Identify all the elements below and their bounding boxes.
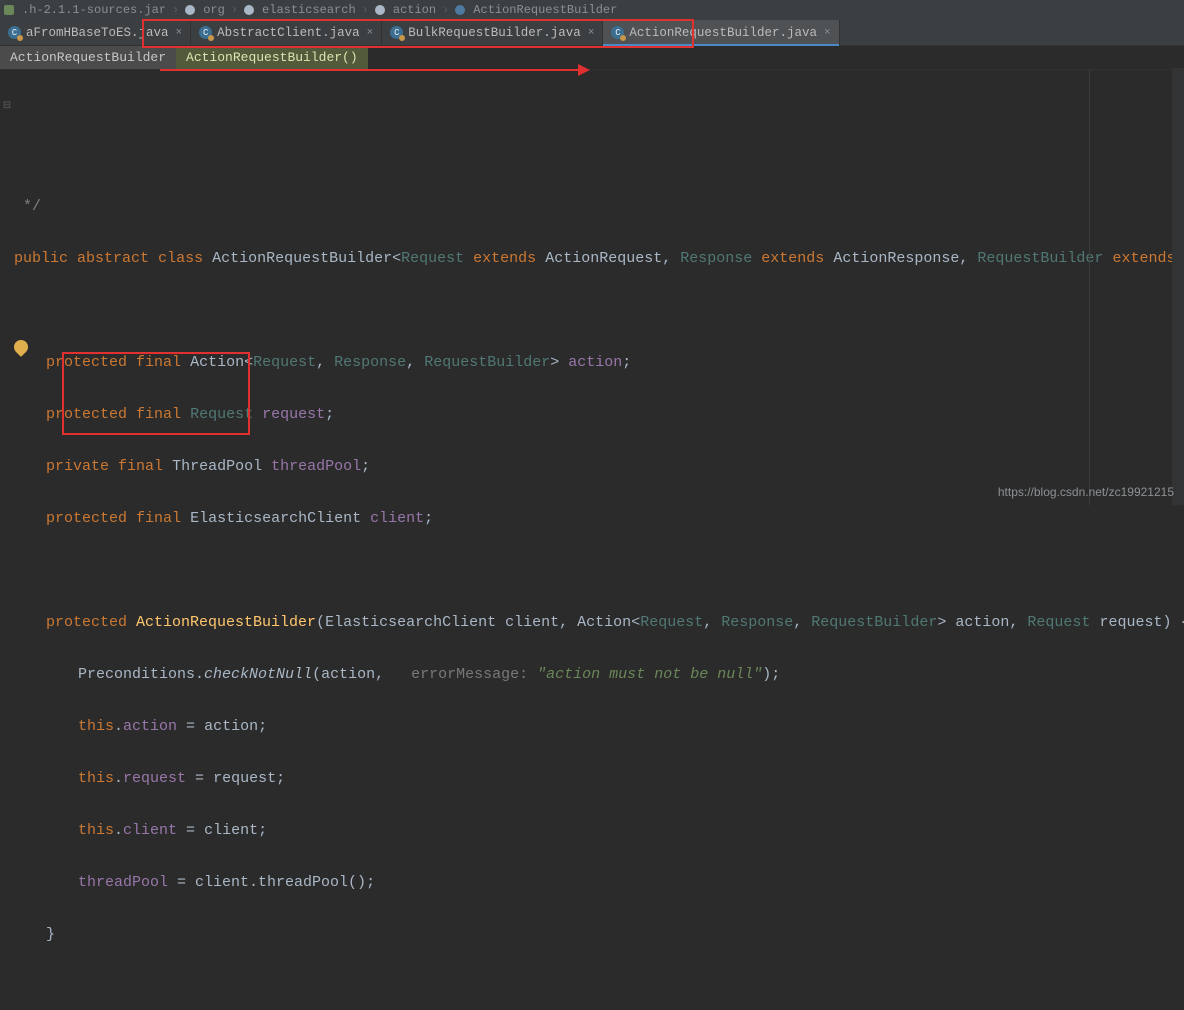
editor-tab[interactable]: C BulkRequestBuilder.java × [382, 20, 603, 45]
crumb[interactable]: ActionRequestBuilder [473, 3, 617, 17]
code-line [8, 558, 1184, 584]
intention-bulb-icon[interactable] [11, 337, 31, 357]
fold-icon[interactable]: ⊟ [2, 94, 12, 120]
code-body: */ public abstract class ActionRequestBu… [8, 168, 1184, 1000]
code-line: threadPool = client.threadPool(); [8, 870, 1184, 896]
package-icon [185, 5, 195, 15]
tab-label: ActionRequestBuilder.java [629, 26, 817, 40]
code-line: protected final Request request; [8, 402, 1184, 428]
watermark-text: https://blog.csdn.net/zc19921215 [998, 485, 1174, 499]
code-line: protected final ElasticsearchClient clie… [8, 506, 1184, 532]
nav-class-chip[interactable]: ActionRequestBuilder [0, 46, 176, 69]
code-editor[interactable]: ⊟ */ public abstract class ActionRequest… [0, 70, 1184, 1010]
code-line: this.client = client; [8, 818, 1184, 844]
nav-member-chip[interactable]: ActionRequestBuilder() [176, 46, 368, 69]
java-class-icon: C [199, 26, 212, 39]
java-class-icon: C [611, 26, 624, 39]
java-class-icon: C [390, 26, 403, 39]
crumb[interactable]: org [203, 3, 225, 17]
code-line: } [8, 922, 1184, 948]
tab-label: BulkRequestBuilder.java [408, 26, 581, 40]
close-icon[interactable]: × [824, 27, 831, 39]
breadcrumb-bar: .h-2.1.1-sources.jar › org › elasticsear… [0, 0, 1184, 20]
editor-tab-active[interactable]: C ActionRequestBuilder.java × [603, 20, 839, 45]
code-line: public abstract class ActionRequestBuild… [8, 246, 1184, 272]
crumb[interactable]: .h-2.1.1-sources.jar [22, 3, 166, 17]
code-line: private final ThreadPool threadPool; [8, 454, 1184, 480]
margin-guide [1089, 70, 1090, 505]
tab-label: aFromHBaseToES.java [26, 26, 169, 40]
editor-tab[interactable]: C aFromHBaseToES.java × [0, 20, 191, 45]
editor-tab[interactable]: C AbstractClient.java × [191, 20, 382, 45]
jar-icon [4, 5, 14, 15]
code-line: this.request = request; [8, 766, 1184, 792]
structure-nav-bar: ActionRequestBuilder ActionRequestBuilde… [0, 46, 1184, 70]
code-line: protected ActionRequestBuilder(Elasticse… [8, 610, 1184, 636]
code-line: Preconditions.checkNotNull(action, error… [8, 662, 1184, 688]
code-line: */ [8, 194, 1184, 220]
package-icon [244, 5, 254, 15]
crumb[interactable]: elasticsearch [262, 3, 356, 17]
code-line: this.action = action; [8, 714, 1184, 740]
class-icon [455, 5, 465, 15]
editor-tab-bar: C aFromHBaseToES.java × C AbstractClient… [0, 20, 1184, 46]
close-icon[interactable]: × [176, 27, 183, 39]
code-line: protected final Action<Request, Response… [8, 350, 1184, 376]
editor-gutter: ⊟ [0, 70, 34, 1010]
code-line [8, 298, 1184, 324]
java-class-icon: C [8, 26, 21, 39]
crumb[interactable]: action [393, 3, 436, 17]
editor-scrollbar[interactable] [1172, 68, 1184, 505]
close-icon[interactable]: × [588, 27, 595, 39]
close-icon[interactable]: × [367, 27, 374, 39]
tab-label: AbstractClient.java [217, 26, 360, 40]
package-icon [375, 5, 385, 15]
